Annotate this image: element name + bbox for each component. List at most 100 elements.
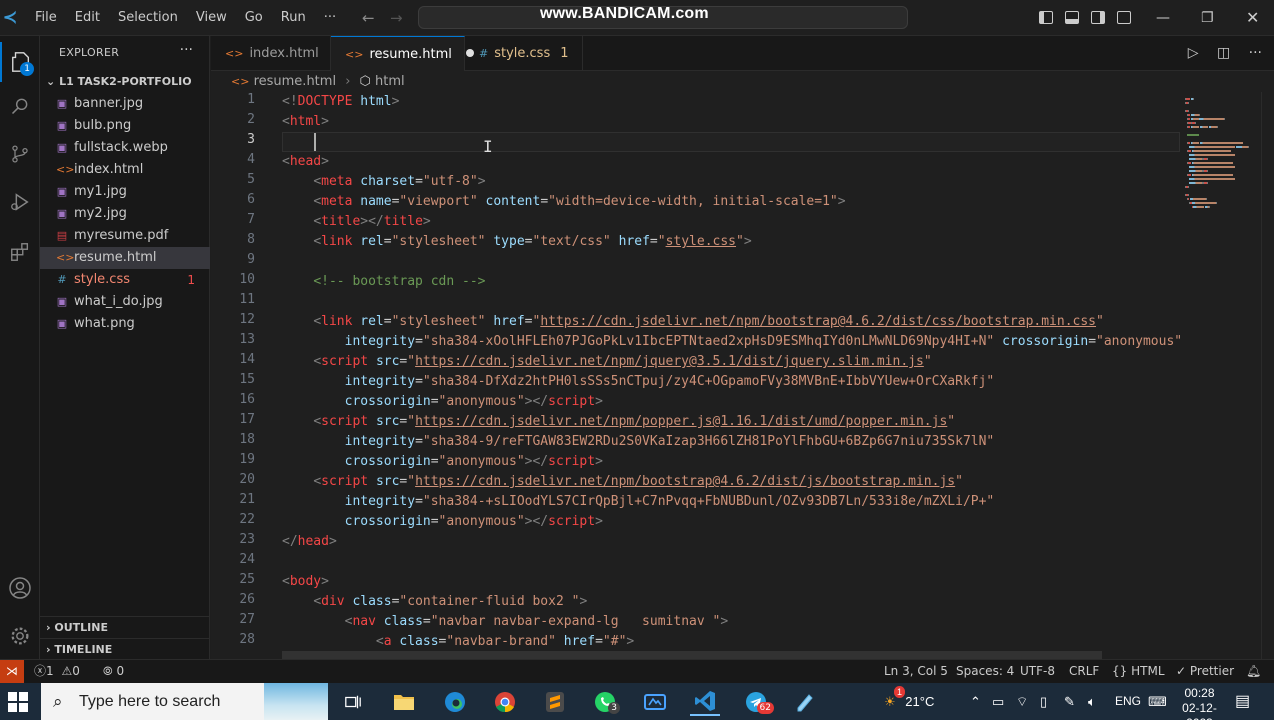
breadcrumb-file[interactable]: resume.html xyxy=(254,74,336,89)
minimap[interactable] xyxy=(1185,92,1261,232)
file-item[interactable]: ▣ what_i_do.jpg xyxy=(40,291,210,313)
menu-item[interactable]: ··· xyxy=(315,0,345,36)
pen-icon[interactable]: ✎ xyxy=(1064,683,1075,720)
notifications-bell-icon[interactable]: 🔔︎ xyxy=(1246,660,1261,683)
code-line[interactable]: <head> xyxy=(282,152,329,172)
code-line[interactable]: <script src="https://cdn.jsdelivr.net/np… xyxy=(282,472,963,492)
tab-resume-html[interactable]: <> resume.html xyxy=(331,36,474,71)
menu-item[interactable]: Go xyxy=(236,0,272,36)
code-line[interactable]: <nav class="navbar navbar-expand-lg sumi… xyxy=(282,612,729,632)
code-line[interactable]: integrity="sha384-9/reFTGAW83EW2RDu2S0VK… xyxy=(282,432,995,452)
app-icon[interactable] xyxy=(640,687,670,716)
restore-icon[interactable]: ❐ xyxy=(1201,0,1214,36)
search-icon[interactable] xyxy=(0,86,40,126)
file-item[interactable]: ▣ banner.jpg xyxy=(40,93,210,115)
vscode-taskbar-icon[interactable] xyxy=(690,687,720,716)
notification-center-icon[interactable]: ▤ xyxy=(1235,683,1250,720)
menu-item[interactable]: Run xyxy=(272,0,315,36)
code-line[interactable]: <script src="https://cdn.jsdelivr.net/np… xyxy=(282,352,931,372)
windows-start-icon[interactable] xyxy=(8,692,28,712)
code-line[interactable]: <!-- bootstrap cdn --> xyxy=(282,272,485,292)
input-language[interactable]: ENG xyxy=(1115,683,1141,720)
arrow-left-icon[interactable]: ← xyxy=(362,0,375,36)
volume-icon[interactable]: 🔈︎ xyxy=(1088,683,1096,720)
run-play-icon[interactable]: ▷ xyxy=(1188,45,1199,61)
menu-item[interactable]: Selection xyxy=(109,0,187,36)
chevron-up-icon[interactable]: ⌃ xyxy=(970,683,981,720)
toggle-sidebar-icon[interactable] xyxy=(1039,11,1053,24)
file-item[interactable]: <>index.html xyxy=(40,159,210,181)
vertical-scrollbar[interactable] xyxy=(1261,92,1274,659)
tab-index-html[interactable]: <> index.html xyxy=(211,36,331,71)
file-item[interactable]: ▣ what.png xyxy=(40,313,210,335)
task-view-icon[interactable] xyxy=(338,687,368,716)
code-line[interactable]: <meta charset="utf-8"> xyxy=(282,172,485,192)
code-area[interactable]: <!DOCTYPE html> <html> <head> <meta chars… xyxy=(282,92,1182,659)
battery-icon[interactable]: ▯ xyxy=(1040,683,1047,720)
code-line[interactable]: <link rel="stylesheet" href="https://cdn… xyxy=(282,312,1104,332)
account-icon[interactable] xyxy=(0,568,40,608)
language-mode[interactable]: {} HTML xyxy=(1112,660,1165,683)
more-actions-icon[interactable]: ··· xyxy=(1249,45,1262,61)
weather-widget[interactable]: ☀ 1 21°C xyxy=(884,683,934,720)
split-editor-icon[interactable]: ◫ xyxy=(1217,45,1230,61)
wifi-icon[interactable]: ⌔ xyxy=(1016,683,1028,720)
problems-indicator[interactable]: ⓧ1 ⚠0 xyxy=(34,660,80,683)
code-line[interactable]: crossorigin="anonymous"></script> xyxy=(282,452,603,472)
code-line[interactable]: <link rel="stylesheet" type="text/css" h… xyxy=(282,232,751,252)
file-explorer-icon[interactable] xyxy=(389,687,419,716)
explorer-icon[interactable]: 1 xyxy=(0,42,40,82)
network-icon[interactable]: ▭ xyxy=(992,683,1004,720)
prettier-status[interactable]: ✓ Prettier xyxy=(1176,660,1234,683)
code-line[interactable]: crossorigin="anonymous"></script> xyxy=(282,512,603,532)
outline-section[interactable]: › OUTLINE xyxy=(40,616,210,638)
code-line[interactable]: <script src="https://cdn.jsdelivr.net/np… xyxy=(282,412,955,432)
file-item[interactable]: ▣ my2.jpg xyxy=(40,203,210,225)
timeline-section[interactable]: › TIMELINE xyxy=(40,638,210,660)
code-line[interactable]: <a class="navbar-brand" href="#"> xyxy=(282,632,634,652)
indentation[interactable]: Spaces: 4 xyxy=(956,660,1014,683)
code-line[interactable]: integrity="sha384-xOolHFLEh07PJGoPkLv1Ib… xyxy=(282,332,1182,352)
source-control-icon[interactable] xyxy=(0,134,40,174)
run-and-debug-icon[interactable] xyxy=(0,182,40,222)
taskbar-search-input[interactable]: ⌕ Type here to search xyxy=(41,683,328,720)
minimize-icon[interactable]: — xyxy=(1156,0,1170,36)
code-editor[interactable]: 1 2 3 4 5 6 7 8 9 10 11 12 13 14 15 16 17 18 19 20 21 22 23 24 2… xyxy=(211,92,1274,659)
more-actions-icon[interactable]: ··· xyxy=(180,42,193,58)
code-line[interactable]: </head> xyxy=(282,532,337,552)
code-line[interactable]: <body> xyxy=(282,572,329,592)
manage-gear-icon[interactable] xyxy=(0,616,40,656)
code-line[interactable]: <meta name="viewport" content="width=dev… xyxy=(282,192,845,212)
end-of-line[interactable]: CRLF xyxy=(1069,660,1099,683)
cursor-position[interactable]: Ln 3, Col 5 xyxy=(884,660,948,683)
workspace-folder[interactable]: ⌄ L1 TASK2-PORTFOLIO xyxy=(40,71,210,93)
toggle-panel-icon[interactable] xyxy=(1065,11,1079,24)
arrow-right-icon[interactable]: → xyxy=(390,0,403,36)
close-icon[interactable]: ✕ xyxy=(1246,0,1259,36)
code-line[interactable]: <!DOCTYPE html> xyxy=(282,92,399,112)
file-item[interactable]: <>resume.html xyxy=(40,247,210,269)
file-item[interactable]: ▣ bulb.png xyxy=(40,115,210,137)
edge-browser-icon[interactable] xyxy=(440,687,470,716)
code-line[interactable]: crossorigin="anonymous"></script> xyxy=(282,392,603,412)
code-line[interactable]: <div class="container-fluid box2 "> xyxy=(282,592,587,612)
code-line[interactable]: integrity="sha384-+sLIOodYLS7CIrQpBjl+C7… xyxy=(282,492,995,512)
ports-indicator[interactable]: ⦾ 0 xyxy=(103,660,124,683)
notepad-icon[interactable] xyxy=(790,687,820,716)
remote-icon[interactable]: ⋊ xyxy=(0,660,24,683)
menu-item[interactable]: View xyxy=(187,0,236,36)
file-item[interactable]: ▣ my1.jpg xyxy=(40,181,210,203)
breadcrumb-symbol[interactable]: html xyxy=(375,74,405,89)
chrome-browser-icon[interactable] xyxy=(490,687,520,716)
touch-keyboard-icon[interactable]: ⌨ xyxy=(1148,683,1167,720)
file-item[interactable]: ▣ fullstack.webp xyxy=(40,137,210,159)
file-item[interactable]: # style.css 1 xyxy=(40,269,210,291)
horizontal-scrollbar[interactable] xyxy=(282,651,1102,659)
file-item[interactable]: ▤ myresume.pdf xyxy=(40,225,210,247)
sublime-text-icon[interactable] xyxy=(540,687,570,716)
code-line[interactable]: <title></title> xyxy=(282,212,430,232)
clock[interactable]: 00:28 02-12-2023 xyxy=(1172,686,1227,720)
code-line[interactable]: integrity="sha384-DfXdz2htPH0lsSSs5nCTpu… xyxy=(282,372,995,392)
encoding[interactable]: UTF-8 xyxy=(1020,660,1055,683)
menu-item[interactable]: File xyxy=(26,0,66,36)
